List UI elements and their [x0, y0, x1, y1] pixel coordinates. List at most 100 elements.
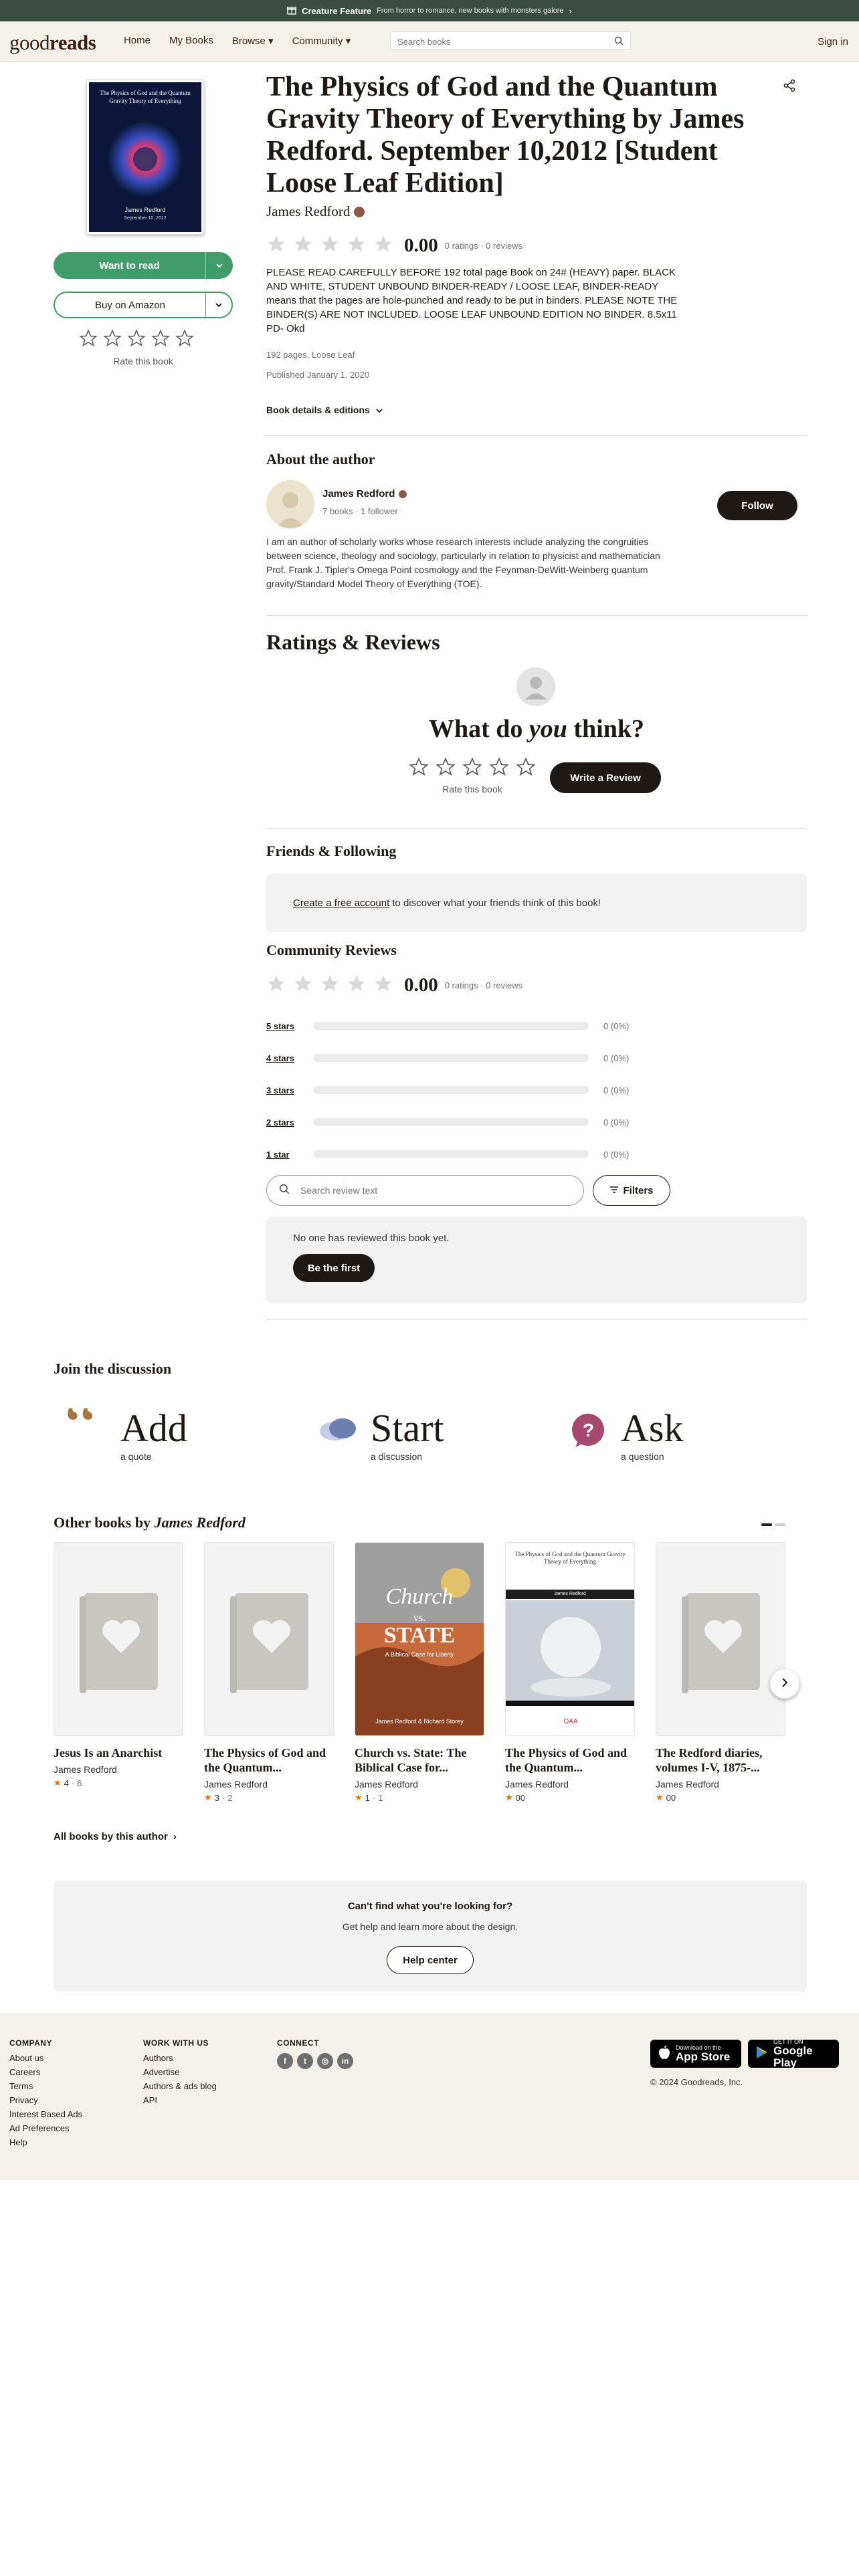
- book-placeholder-cover[interactable]: [54, 1542, 183, 1736]
- histogram-row[interactable]: 1 star 0 (0%): [266, 1138, 807, 1170]
- histogram-row[interactable]: 4 stars 0 (0%): [266, 1042, 807, 1074]
- footer-link[interactable]: About us: [9, 2053, 82, 2063]
- chevron-down-icon[interactable]: [205, 293, 231, 317]
- book-card[interactable]: Jesus Is an Anarchist James Redford ★ 4 · 6: [54, 1542, 183, 1788]
- rating-histogram: 5 stars 0 (0%) 4 stars 0 (0%) 3 stars 0 (0%…: [266, 1010, 807, 1170]
- start-discussion-link[interactable]: Start a discussion: [314, 1408, 444, 1462]
- star-outline-icon[interactable]: [436, 757, 456, 780]
- book-card-title[interactable]: The Physics of God and the Quantum...: [204, 1745, 334, 1775]
- linkedin-icon[interactable]: in: [337, 2053, 353, 2069]
- copyright: © 2024 Goodreads, Inc.: [650, 2077, 743, 2087]
- chevron-right-icon: ›: [569, 5, 572, 16]
- book-card-author[interactable]: James Redford: [54, 1764, 183, 1775]
- goodreads-logo[interactable]: goodreads: [9, 31, 96, 55]
- star-outline-icon[interactable]: [79, 329, 98, 351]
- book-card-author[interactable]: James Redford: [656, 1779, 785, 1790]
- follow-button[interactable]: Follow: [717, 491, 797, 520]
- histogram-row[interactable]: 2 stars 0 (0%): [266, 1106, 807, 1138]
- nav-browse[interactable]: Browse ▾: [232, 35, 274, 47]
- chevron-down-icon[interactable]: [205, 252, 233, 279]
- create-account-link[interactable]: Create a free account: [293, 897, 389, 909]
- write-review-button[interactable]: Write a Review: [550, 762, 661, 793]
- search-input[interactable]: [396, 33, 599, 50]
- book-cover-church-vs-state[interactable]: Church vs. STATE A Biblical Case for Lib…: [355, 1542, 484, 1736]
- histogram-bar: [313, 1086, 589, 1094]
- book-cover-physics-of-god[interactable]: The Physics of God and the Quantum Gravi…: [505, 1542, 635, 1736]
- book-details-toggle[interactable]: Book details & editions: [266, 405, 383, 415]
- footer-link[interactable]: Authors: [143, 2053, 217, 2063]
- want-to-read-button[interactable]: Want to read: [54, 252, 233, 279]
- star-outline-icon[interactable]: [151, 329, 170, 351]
- share-icon[interactable]: [783, 79, 796, 96]
- cover-date: September 10, 2012: [124, 216, 167, 221]
- book-card-title[interactable]: Church vs. State: The Biblical Case for.…: [355, 1745, 484, 1775]
- book-card-title[interactable]: The Physics of God and the Quantum...: [505, 1745, 635, 1775]
- filters-button[interactable]: Filters: [593, 1175, 670, 1206]
- community-rating-row: 0.00 0 ratings · 0 reviews: [266, 974, 522, 997]
- add-quote-link[interactable]: “ Adda quote: [64, 1384, 187, 1466]
- histogram-row[interactable]: 3 stars 0 (0%): [266, 1074, 807, 1106]
- footer-link[interactable]: Terms: [9, 2081, 82, 2091]
- star-outline-icon[interactable]: [103, 329, 122, 351]
- facebook-icon[interactable]: f: [277, 2053, 293, 2069]
- author-name-link[interactable]: James Redford: [322, 488, 407, 500]
- star-outline-icon[interactable]: [516, 757, 536, 780]
- instagram-icon[interactable]: ◎: [317, 2053, 333, 2069]
- book-description: PLEASE READ CAREFULLY BEFORE 192 total p…: [266, 267, 678, 334]
- search-icon[interactable]: [614, 36, 624, 49]
- cover-text: James Redford & Richard Storey: [375, 1718, 464, 1725]
- histogram-row[interactable]: 5 stars 0 (0%): [266, 1010, 807, 1042]
- nav-my-books[interactable]: My Books: [169, 35, 213, 47]
- question-bubble-icon: ?: [565, 1408, 611, 1452]
- carousel-next-button[interactable]: [770, 1669, 799, 1699]
- cover-text: STATE: [383, 1623, 456, 1648]
- ask-question-link[interactable]: ? Ask a question: [565, 1408, 683, 1462]
- rating-count[interactable]: 0 ratings · 0 reviews: [445, 241, 522, 251]
- app-store-badge[interactable]: Download on the App Store: [650, 2040, 741, 2068]
- footer-link[interactable]: Advertise: [143, 2067, 217, 2077]
- promo-banner[interactable]: Creature Feature From horror to romance,…: [0, 0, 859, 21]
- star-icon: ★: [656, 1792, 664, 1802]
- footer-link[interactable]: Careers: [9, 2067, 82, 2077]
- help-center-button[interactable]: Help center: [387, 1946, 474, 1974]
- footer-link[interactable]: Interest Based Ads: [9, 2109, 82, 2119]
- star-grey-icon: [347, 234, 367, 257]
- book-card[interactable]: The Redford diaries, volumes I-V, 1875-.…: [656, 1542, 785, 1803]
- google-play-badge[interactable]: GET IT ON Google Play: [748, 2038, 839, 2069]
- buy-on-amazon-button[interactable]: Buy on Amazon: [54, 292, 233, 318]
- star-outline-icon[interactable]: [127, 329, 146, 351]
- all-books-link[interactable]: All books by this author ›: [54, 1831, 177, 1842]
- footer-link[interactable]: Help: [9, 2137, 82, 2147]
- author-avatar[interactable]: [266, 480, 314, 528]
- sign-in-link[interactable]: Sign in: [818, 36, 848, 47]
- book-card-author[interactable]: James Redford: [204, 1779, 334, 1790]
- divider: [266, 435, 807, 436]
- nav-community[interactable]: Community ▾: [292, 35, 351, 47]
- book-card-author[interactable]: James Redford: [505, 1779, 635, 1790]
- book-placeholder-cover[interactable]: [204, 1542, 334, 1736]
- nav-home[interactable]: Home: [124, 35, 151, 47]
- twitter-icon[interactable]: t: [297, 2053, 313, 2069]
- svg-text:“: “: [64, 1408, 97, 1448]
- book-card-author[interactable]: James Redford: [355, 1779, 484, 1790]
- footer-link[interactable]: Ad Preferences: [9, 2123, 82, 2133]
- book-card[interactable]: The Physics of God and the Quantum... Ja…: [204, 1542, 334, 1803]
- footer-company: COMPANY About us Careers Terms Privacy I…: [9, 2038, 83, 2147]
- star-outline-icon[interactable]: [489, 757, 509, 780]
- footer-connect: CONNECT f t ◎ in: [277, 2038, 353, 2069]
- be-the-first-button[interactable]: Be the first: [293, 1254, 375, 1282]
- book-card[interactable]: Church vs. STATE A Biblical Case for Lib…: [355, 1542, 484, 1803]
- footer-link[interactable]: Authors & ads blog: [143, 2081, 217, 2091]
- star-outline-icon[interactable]: [409, 757, 429, 780]
- star-outline-icon[interactable]: [175, 329, 194, 351]
- review-search-input[interactable]: [299, 1184, 556, 1196]
- star-outline-icon[interactable]: [462, 757, 482, 780]
- book-card-title[interactable]: The Redford diaries, volumes I-V, 1875-.…: [656, 1745, 785, 1775]
- book-cover[interactable]: The Physics of God and the Quantum Gravi…: [86, 80, 204, 235]
- footer-link[interactable]: API: [143, 2095, 217, 2105]
- book-card-title[interactable]: Jesus Is an Anarchist: [54, 1745, 183, 1760]
- author-link[interactable]: James Redford: [266, 203, 365, 220]
- footer-link[interactable]: Privacy: [9, 2095, 82, 2105]
- book-card[interactable]: The Physics of God and the Quantum Gravi…: [505, 1542, 635, 1803]
- book-placeholder-cover[interactable]: [656, 1542, 785, 1736]
